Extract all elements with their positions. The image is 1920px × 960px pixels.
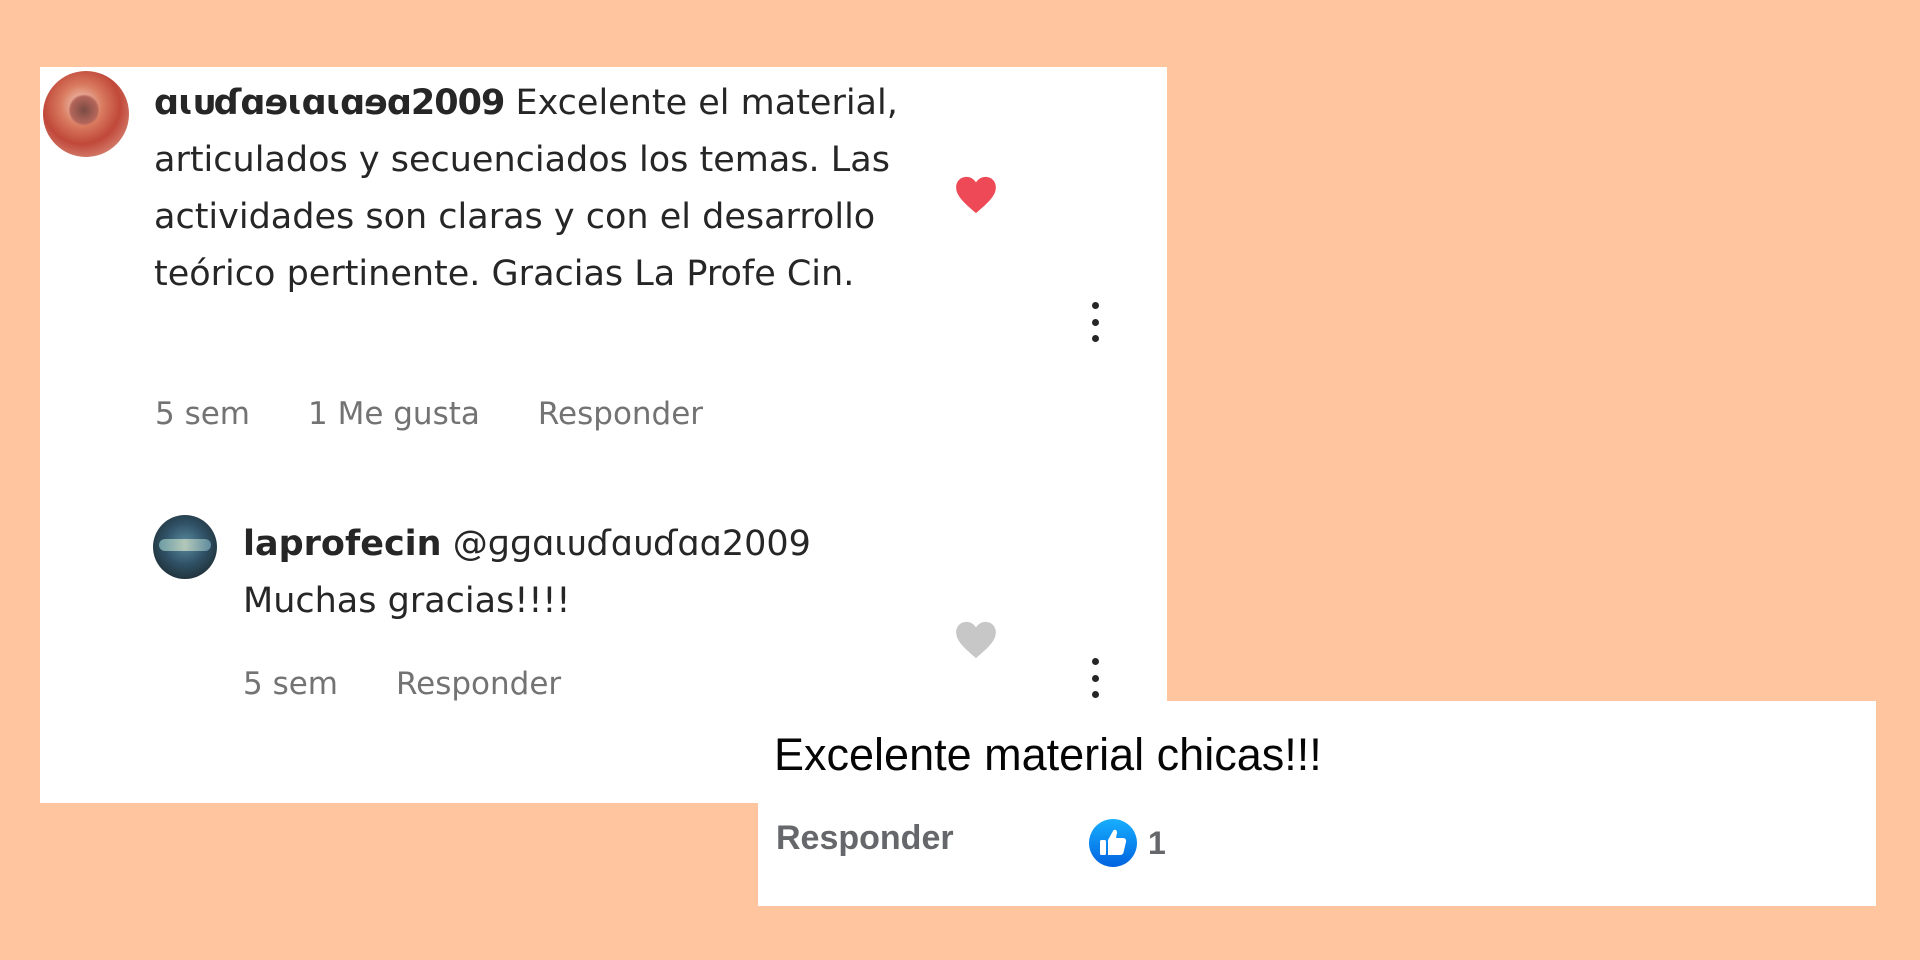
reply-username[interactable]: laprofecin xyxy=(243,524,442,564)
comment-time: 5 sem xyxy=(155,396,250,432)
facebook-like-count: 1 xyxy=(1148,824,1166,861)
reply-mention[interactable]: @ɡɡɑɩᴜɗɑᴜɗɑɑ2009 xyxy=(442,524,811,564)
heart-liked-icon[interactable] xyxy=(955,176,997,214)
reply-body: laprofecin @ɡɡɑɩᴜɗɑᴜɗɑɑ2009 Muchas gracia… xyxy=(243,516,943,630)
commenter-username[interactable]: ɑɩᴜɗɑɘɩɑɩɑɘɑ2009 xyxy=(154,83,505,123)
reply-time: 5 sem xyxy=(243,666,338,702)
reply-meta: 5 sem Responder xyxy=(243,666,561,702)
heart-icon[interactable] xyxy=(955,621,997,659)
more-options-icon[interactable] xyxy=(1089,302,1101,342)
facebook-comment-card: Excelente material chicas!!! Responder 1 xyxy=(758,701,1876,906)
comment-likes-count[interactable]: 1 Me gusta xyxy=(308,396,480,432)
reply-button[interactable]: Responder xyxy=(538,396,703,432)
more-options-icon[interactable] xyxy=(1089,658,1101,698)
reply-button[interactable]: Responder xyxy=(396,666,561,702)
facebook-reply-button[interactable]: Responder xyxy=(776,819,954,858)
comment-body: ɑɩᴜɗɑɘɩɑɩɑɘɑ2009 Excelente el material, … xyxy=(154,75,954,303)
commenter-avatar[interactable] xyxy=(43,71,129,157)
facebook-reaction-summary[interactable]: 1 xyxy=(1088,818,1166,868)
thumbs-up-icon xyxy=(1089,819,1137,867)
facebook-comment-text: Excelente material chicas!!! xyxy=(774,729,1322,780)
reply-text: Muchas gracias!!!! xyxy=(243,581,571,621)
reply-avatar[interactable] xyxy=(153,515,217,579)
comment-meta: 5 sem 1 Me gusta Responder xyxy=(155,396,703,432)
